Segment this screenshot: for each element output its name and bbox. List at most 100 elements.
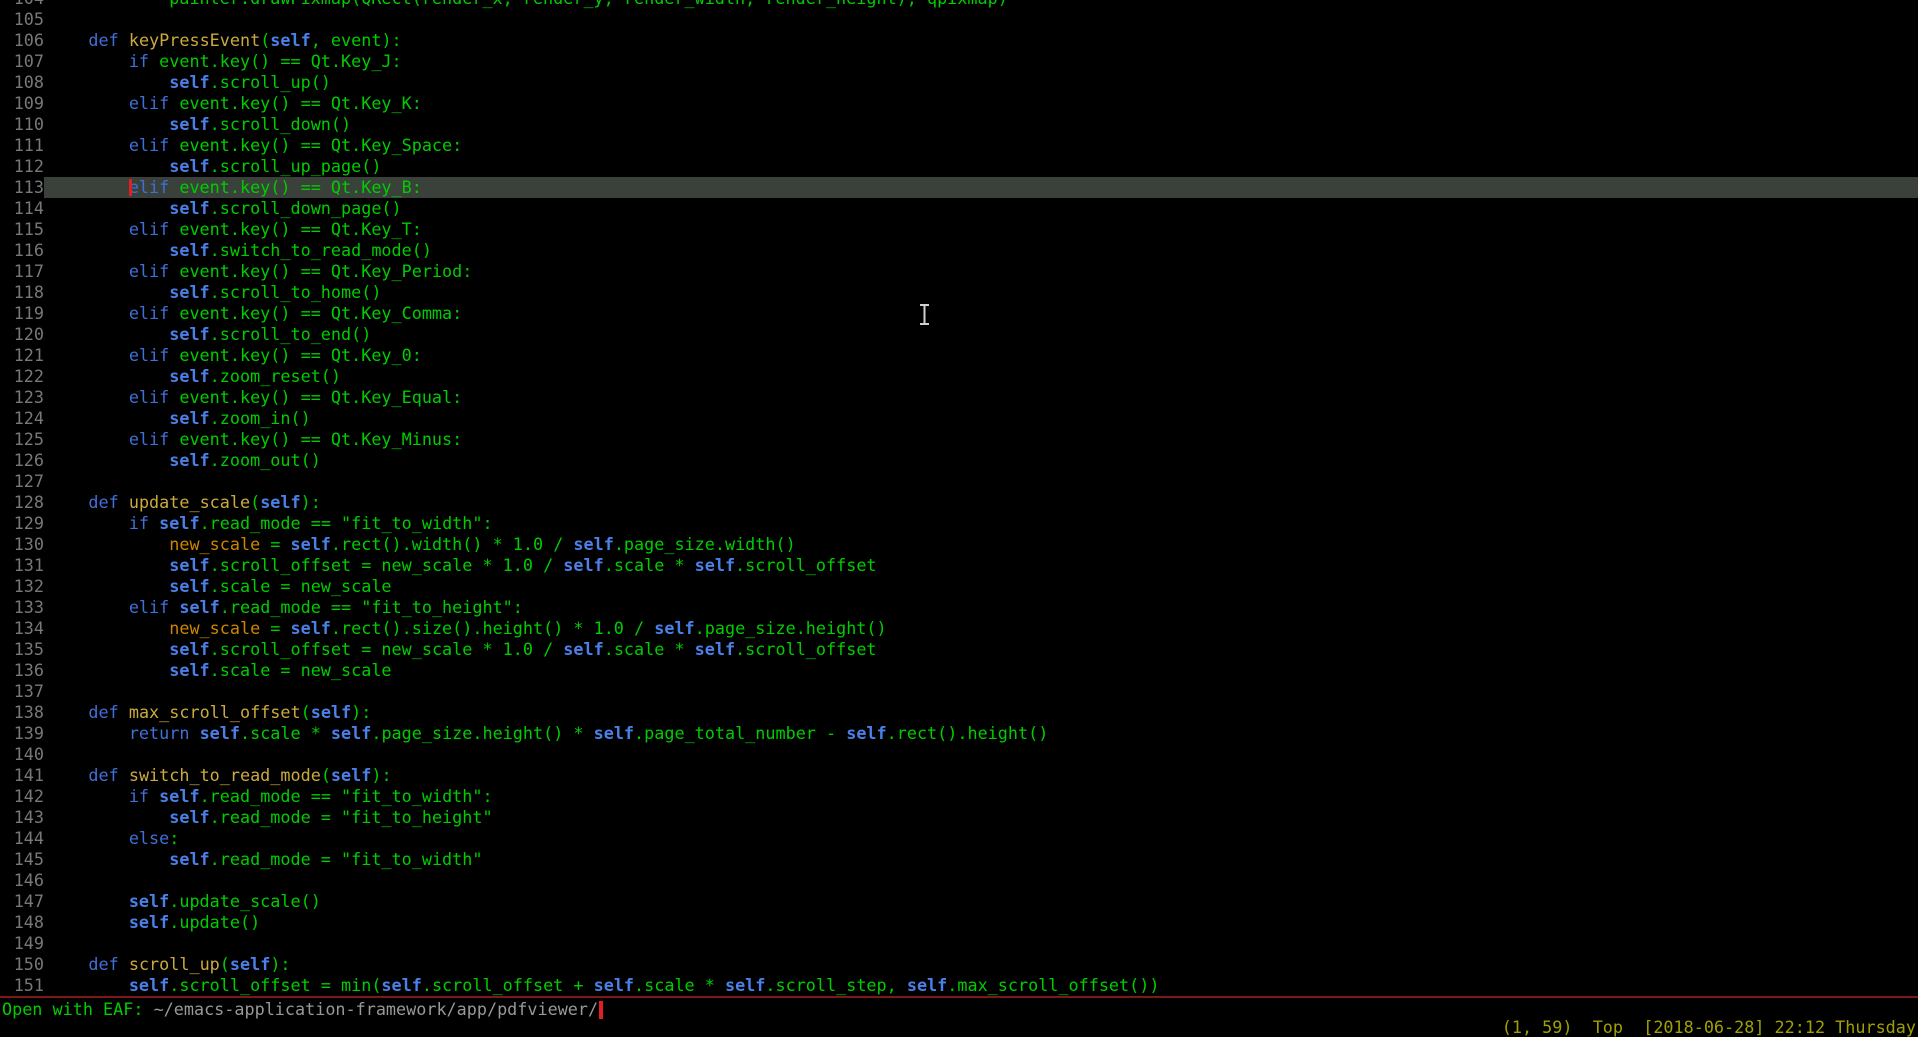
code-segment: .zoom_in() (210, 408, 311, 428)
code-line[interactable]: 126 self.zoom_out() (0, 450, 1918, 471)
code-segment: self (311, 702, 351, 722)
line-number: 111 (0, 135, 44, 156)
code-segment: self (291, 618, 331, 638)
code-segment (48, 660, 169, 680)
code-line[interactable]: 150 def scroll_up(self): (0, 954, 1918, 975)
code-line[interactable]: 128 def update_scale(self): (0, 492, 1918, 513)
tray-status-text: (1, 59) Top [2018-06-28] 22:12 Thursday (1502, 1017, 1916, 1037)
line-number: 107 (0, 51, 44, 72)
line-number: 106 (0, 30, 44, 51)
code-line[interactable]: 132 self.scale = new_scale (0, 576, 1918, 597)
code-segment (48, 282, 169, 302)
code-line[interactable]: 109 elif event.key() == Qt.Key_K: (0, 93, 1918, 114)
code-line[interactable]: 133 elif self.read_mode == "fit_to_heigh… (0, 597, 1918, 618)
code-line[interactable]: 145 self.read_mode = "fit_to_width" (0, 849, 1918, 870)
code-line[interactable]: 135 self.scroll_offset = new_scale * 1.0… (0, 639, 1918, 660)
code-segment: : (169, 828, 179, 848)
line-number: 109 (0, 93, 44, 114)
code-line[interactable]: 144 else: (0, 828, 1918, 849)
code-segment: = (260, 618, 290, 638)
line-number: 122 (0, 366, 44, 387)
code-line[interactable]: 127 (0, 471, 1918, 492)
code-text: return self.scale * self.page_size.heigh… (44, 723, 1918, 744)
code-segment: def (88, 492, 118, 512)
code-line[interactable]: 114 self.scroll_down_page() (0, 198, 1918, 219)
minibuffer[interactable]: Open with EAF: ~/emacs-application-frame… (2, 999, 603, 1020)
code-line[interactable]: 130 new_scale = self.rect().width() * 1.… (0, 534, 1918, 555)
code-text: self.scroll_offset = new_scale * 1.0 / s… (44, 639, 1918, 660)
code-line[interactable]: 110 self.scroll_down() (0, 114, 1918, 135)
code-text: elif event.key() == Qt.Key_Comma: (44, 303, 1918, 324)
minibuffer-input[interactable]: ~/emacs-application-framework/app/pdfvie… (154, 999, 599, 1020)
line-number: 119 (0, 303, 44, 324)
code-segment (48, 912, 129, 932)
code-segment: self (169, 114, 209, 134)
code-text: self.scroll_to_home() (44, 282, 1918, 303)
code-line[interactable]: 147 self.update_scale() (0, 891, 1918, 912)
code-text: self.update() (44, 912, 1918, 933)
code-line[interactable]: 131 self.scroll_offset = new_scale * 1.0… (0, 555, 1918, 576)
code-line[interactable]: 107 if event.key() == Qt.Key_J: (0, 51, 1918, 72)
code-line[interactable]: 108 self.scroll_up() (0, 72, 1918, 93)
code-line[interactable]: 140 (0, 744, 1918, 765)
code-line[interactable]: 138 def max_scroll_offset(self): (0, 702, 1918, 723)
code-line[interactable]: 120 self.scroll_to_end() (0, 324, 1918, 345)
code-segment (48, 30, 88, 50)
code-segment: .read_mode == (200, 786, 341, 806)
code-line[interactable]: 106 def keyPressEvent(self, event): (0, 30, 1918, 51)
code-line[interactable]: 124 self.zoom_in() (0, 408, 1918, 429)
code-segment (149, 786, 159, 806)
code-line[interactable]: 125 elif event.key() == Qt.Key_Minus: (0, 429, 1918, 450)
code-line[interactable]: 139 return self.scale * self.page_size.h… (0, 723, 1918, 744)
code-line-current[interactable]: 113 elif event.key() == Qt.Key_B: (0, 177, 1918, 198)
code-line[interactable]: 105 (0, 9, 1918, 30)
code-text: self.scroll_offset = new_scale * 1.0 / s… (44, 555, 1918, 576)
code-line[interactable]: 146 (0, 870, 1918, 891)
code-line[interactable]: 119 elif event.key() == Qt.Key_Comma: (0, 303, 1918, 324)
code-segment (48, 555, 169, 575)
code-line[interactable]: 142 if self.read_mode == "fit_to_width": (0, 786, 1918, 807)
code-line[interactable]: 112 self.scroll_up_page() (0, 156, 1918, 177)
code-line[interactable]: 121 elif event.key() == Qt.Key_0: (0, 345, 1918, 366)
code-segment: .rect().width() * 1.0 / (331, 534, 573, 554)
code-segment: switch_to_read_mode (129, 765, 321, 785)
code-line[interactable]: 141 def switch_to_read_mode(self): (0, 765, 1918, 786)
code-segment: .rect().size().height() * 1.0 / (331, 618, 654, 638)
code-segment: elif (129, 177, 169, 197)
code-line[interactable]: 143 self.read_mode = "fit_to_height" (0, 807, 1918, 828)
code-line[interactable]: 148 self.update() (0, 912, 1918, 933)
code-line[interactable]: 134 new_scale = self.rect().size().heigh… (0, 618, 1918, 639)
code-segment: elif (129, 261, 169, 281)
code-segment: ( (250, 492, 260, 512)
code-line[interactable]: 118 self.scroll_to_home() (0, 282, 1918, 303)
code-segment: = (260, 534, 290, 554)
code-text: self.scroll_offset = min(self.scroll_off… (44, 975, 1918, 996)
code-segment: self (563, 555, 603, 575)
line-number: 118 (0, 282, 44, 303)
code-text: new_scale = self.rect().width() * 1.0 / … (44, 534, 1918, 555)
code-line[interactable]: 123 elif event.key() == Qt.Key_Equal: (0, 387, 1918, 408)
code-area[interactable]: 104 painter.drawPixmap(QRect(render_x, r… (0, 0, 1918, 996)
code-line[interactable]: 136 self.scale = new_scale (0, 660, 1918, 681)
code-segment: self (169, 450, 209, 470)
code-segment: .scroll_to_end() (210, 324, 372, 344)
code-segment: .update_scale() (169, 891, 321, 911)
code-line[interactable]: 129 if self.read_mode == "fit_to_width": (0, 513, 1918, 534)
code-line[interactable]: 104 painter.drawPixmap(QRect(render_x, r… (0, 0, 1918, 9)
code-line[interactable]: 149 (0, 933, 1918, 954)
code-line[interactable]: 115 elif event.key() == Qt.Key_T: (0, 219, 1918, 240)
code-line[interactable]: 122 self.zoom_reset() (0, 366, 1918, 387)
code-line[interactable]: 151 self.scroll_offset = min(self.scroll… (0, 975, 1918, 996)
code-segment: .read_mode == (220, 597, 361, 617)
code-line[interactable]: 117 elif event.key() == Qt.Key_Period: (0, 261, 1918, 282)
line-number: 135 (0, 639, 44, 660)
code-segment: self (169, 660, 209, 680)
line-number: 127 (0, 471, 44, 492)
code-line[interactable]: 111 elif event.key() == Qt.Key_Space: (0, 135, 1918, 156)
code-segment (48, 492, 88, 512)
code-segment (48, 765, 88, 785)
code-segment: .update() (169, 912, 260, 932)
code-line[interactable]: 137 (0, 681, 1918, 702)
code-line[interactable]: 116 self.switch_to_read_mode() (0, 240, 1918, 261)
code-segment (48, 702, 88, 722)
